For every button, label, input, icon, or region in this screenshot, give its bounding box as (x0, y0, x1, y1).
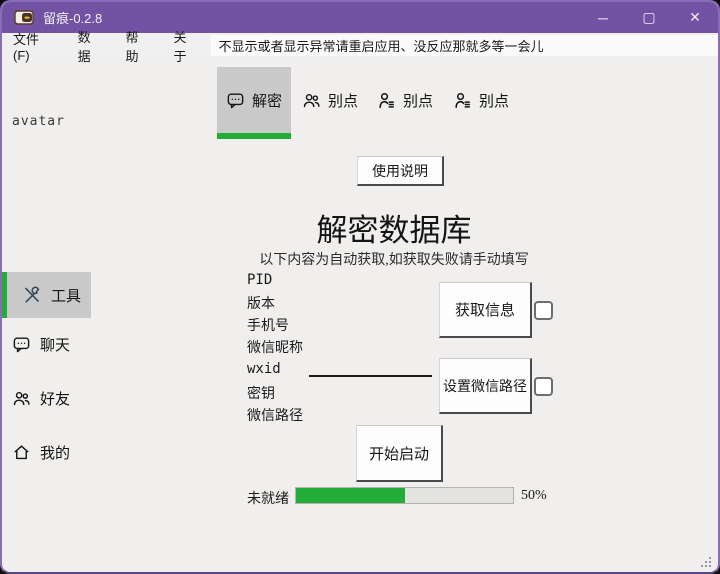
menu-file[interactable]: 文件(F) (2, 26, 67, 66)
people-icon (302, 91, 321, 110)
sidebar-item-label: 工具 (51, 287, 82, 305)
field-label-wxid: wxid (247, 361, 281, 377)
get-info-checkbox[interactable] (534, 301, 553, 320)
progress-percent: 50% (521, 488, 547, 503)
home-icon (12, 443, 31, 462)
tab-dontclick-3[interactable]: 别点 (448, 67, 514, 133)
field-label-key: 密钥 (247, 387, 275, 402)
tab-label: 别点 (478, 92, 509, 110)
menu-help[interactable]: 帮助 (115, 24, 163, 68)
tab-decrypt[interactable]: 解密 (217, 67, 291, 139)
app-window: 留痕-0.2.8 ─ ▢ ✕ 文件(F) 数据 帮助 关于 不显示或者显示异常请… (0, 0, 720, 574)
tools-icon (23, 286, 42, 305)
sidebar-item-label: 我的 (40, 445, 71, 462)
menu-notice[interactable]: 不显示或者显示异常请重启应用、没反应那就多等一会儿 (210, 35, 718, 56)
field-label-nickname: 微信昵称 (247, 341, 303, 356)
chat-icon (12, 335, 31, 354)
tab-label: 解密 (251, 92, 282, 110)
sidebar-item-chat[interactable]: 聊天 (12, 334, 70, 355)
sidebar-item-label: 聊天 (40, 337, 71, 354)
resize-grip-icon[interactable] (701, 557, 711, 567)
page-subtitle: 以下内容为自动获取,如获取失败请手动填写 (259, 253, 529, 268)
sidebar-item-tools[interactable]: 工具 (2, 272, 91, 318)
tab-label: 别点 (402, 92, 433, 110)
field-label-version: 版本 (247, 297, 275, 312)
set-wechat-path-checkbox[interactable] (534, 377, 553, 396)
friends-icon (12, 389, 31, 408)
app-icon (14, 9, 34, 26)
field-label-wechat-path: 微信路径 (247, 409, 303, 424)
get-info-button[interactable]: 获取信息 (439, 282, 532, 338)
minimize-button[interactable]: ─ (580, 2, 626, 33)
field-label-pid: PID (247, 272, 273, 288)
window-controls: ─ ▢ ✕ (580, 2, 718, 33)
sidebar-item-mine[interactable]: 我的 (12, 442, 70, 463)
field-label-phone: 手机号 (247, 319, 289, 334)
menubar: 文件(F) 数据 帮助 关于 不显示或者显示异常请重启应用、没反应那就多等一会儿 (2, 30, 718, 64)
person-list-icon (377, 91, 396, 110)
close-button[interactable]: ✕ (672, 2, 718, 33)
set-wechat-path-button[interactable]: 设置微信路径 (439, 358, 532, 414)
sidebar-item-label: 好友 (40, 391, 71, 408)
progress-fill (296, 488, 405, 503)
tab-dontclick-2[interactable]: 别点 (372, 67, 438, 133)
menu-data[interactable]: 数据 (67, 24, 115, 68)
page-title: 解密数据库 (316, 213, 472, 248)
tab-dontclick-1[interactable]: 别点 (297, 67, 363, 133)
tab-label: 别点 (327, 92, 358, 110)
chat-bubble-icon (226, 91, 245, 110)
menu-about[interactable]: 关于 (163, 24, 211, 68)
start-button[interactable]: 开始启动 (356, 425, 443, 482)
wxid-input[interactable] (309, 359, 432, 377)
usage-help-button[interactable]: 使用说明 (357, 156, 444, 186)
progress-status: 未就绪 (247, 492, 289, 507)
sidebar-item-friends[interactable]: 好友 (12, 388, 70, 409)
maximize-button[interactable]: ▢ (626, 2, 672, 33)
progress-bar (295, 487, 514, 504)
avatar[interactable]: avatar (12, 114, 65, 129)
person-list-icon (453, 91, 472, 110)
